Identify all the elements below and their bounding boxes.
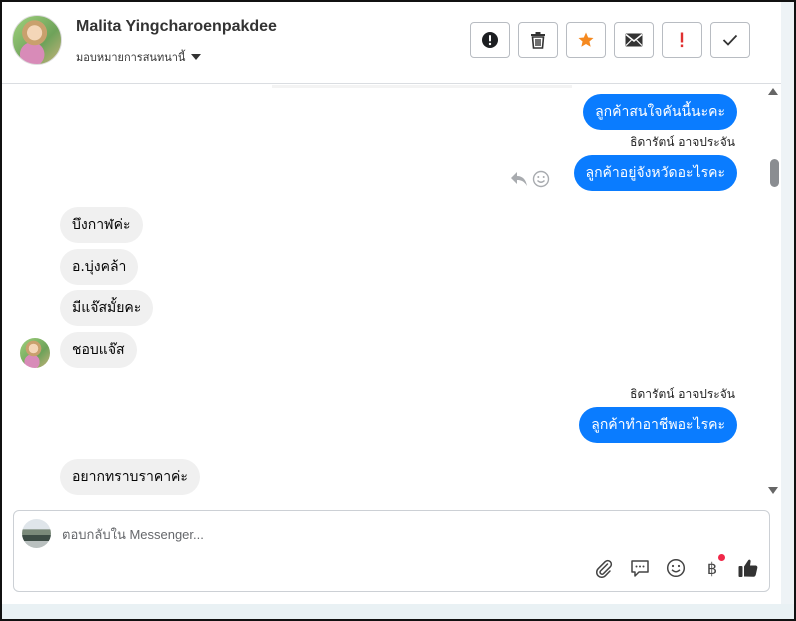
star-button[interactable] [566,22,606,58]
message-bubble-incoming[interactable]: อยากทราบราคาค่ะ [60,459,200,495]
sender-name: ธิดารัตน์ อาจประจัน [630,387,735,401]
message-bubble-incoming[interactable]: มีแจ๊สมั้ยคะ [60,290,154,326]
chat-bubble-icon [631,560,649,577]
contact-name[interactable]: Malita Yingcharoenpakdee [76,18,277,36]
scroll-down-arrow[interactable] [768,487,778,494]
caret-down-icon [191,54,202,60]
scrollbar-thumb[interactable] [770,159,779,187]
attach-file-button[interactable] [593,557,615,579]
previous-message-edge [272,85,572,88]
saved-replies-button[interactable] [629,557,651,579]
message-bubble-incoming[interactable]: อ.บุ่งคล้า [60,249,139,285]
mark-spam-button[interactable] [470,22,510,58]
notification-dot [718,554,725,561]
star-icon [578,32,594,47]
check-icon [722,34,738,46]
envelope-icon [625,33,643,47]
message-hover-tools [510,170,550,188]
contact-avatar-small[interactable] [20,338,50,368]
mark-done-button[interactable] [710,22,750,58]
message-bubble-outgoing[interactable]: ลูกค้าทำอาชีพอะไรคะ [579,407,737,443]
composer-toolbar: ฿ [593,554,759,579]
page-avatar [22,519,51,548]
delete-button[interactable] [518,22,558,58]
assign-conversation-dropdown[interactable]: มอบหมายการสนทนานี้ [76,48,202,66]
important-button[interactable] [662,22,702,58]
payment-button[interactable]: ฿ [701,554,725,579]
right-gutter [781,2,794,619]
emoji-button[interactable] [665,557,687,579]
message-bubble-incoming[interactable]: บึงกาฬค่ะ [60,207,143,243]
paperclip-icon [596,559,613,578]
reply-composer: ฿ [13,510,770,592]
react-emoji-icon[interactable] [532,170,550,188]
reply-icon[interactable] [510,171,528,187]
emoji-icon [666,558,686,578]
reply-input[interactable] [62,525,662,543]
trash-icon [531,32,545,49]
message-bubble-outgoing[interactable]: ลูกค้าสนใจคันนี้นะคะ [583,94,737,130]
baht-icon: ฿ [706,558,718,578]
conversation-header: Malita Yingcharoenpakdee มอบหมายการสนทนา… [2,2,781,84]
bottom-gutter [2,604,794,619]
like-button[interactable] [737,557,759,579]
scroll-up-arrow[interactable] [768,88,778,95]
sender-name: ธิดารัตน์ อาจประจัน [630,135,735,149]
exclamation-icon [680,32,684,48]
message-bubble-incoming[interactable]: ชอบแจ๊ส [60,332,137,368]
contact-avatar[interactable] [12,15,62,65]
mark-unread-button[interactable] [614,22,654,58]
alert-circle-icon [482,32,498,48]
conversation-actions [470,22,750,58]
message-thread[interactable]: ลูกค้าสนใจคันนี้นะคะ ธิดารัตน์ อาจประจัน… [2,85,781,502]
message-bubble-outgoing[interactable]: ลูกค้าอยู่จังหวัดอะไรคะ [573,155,737,191]
assign-label: มอบหมายการสนทนานี้ [76,51,186,64]
thumbs-up-icon [738,559,758,577]
